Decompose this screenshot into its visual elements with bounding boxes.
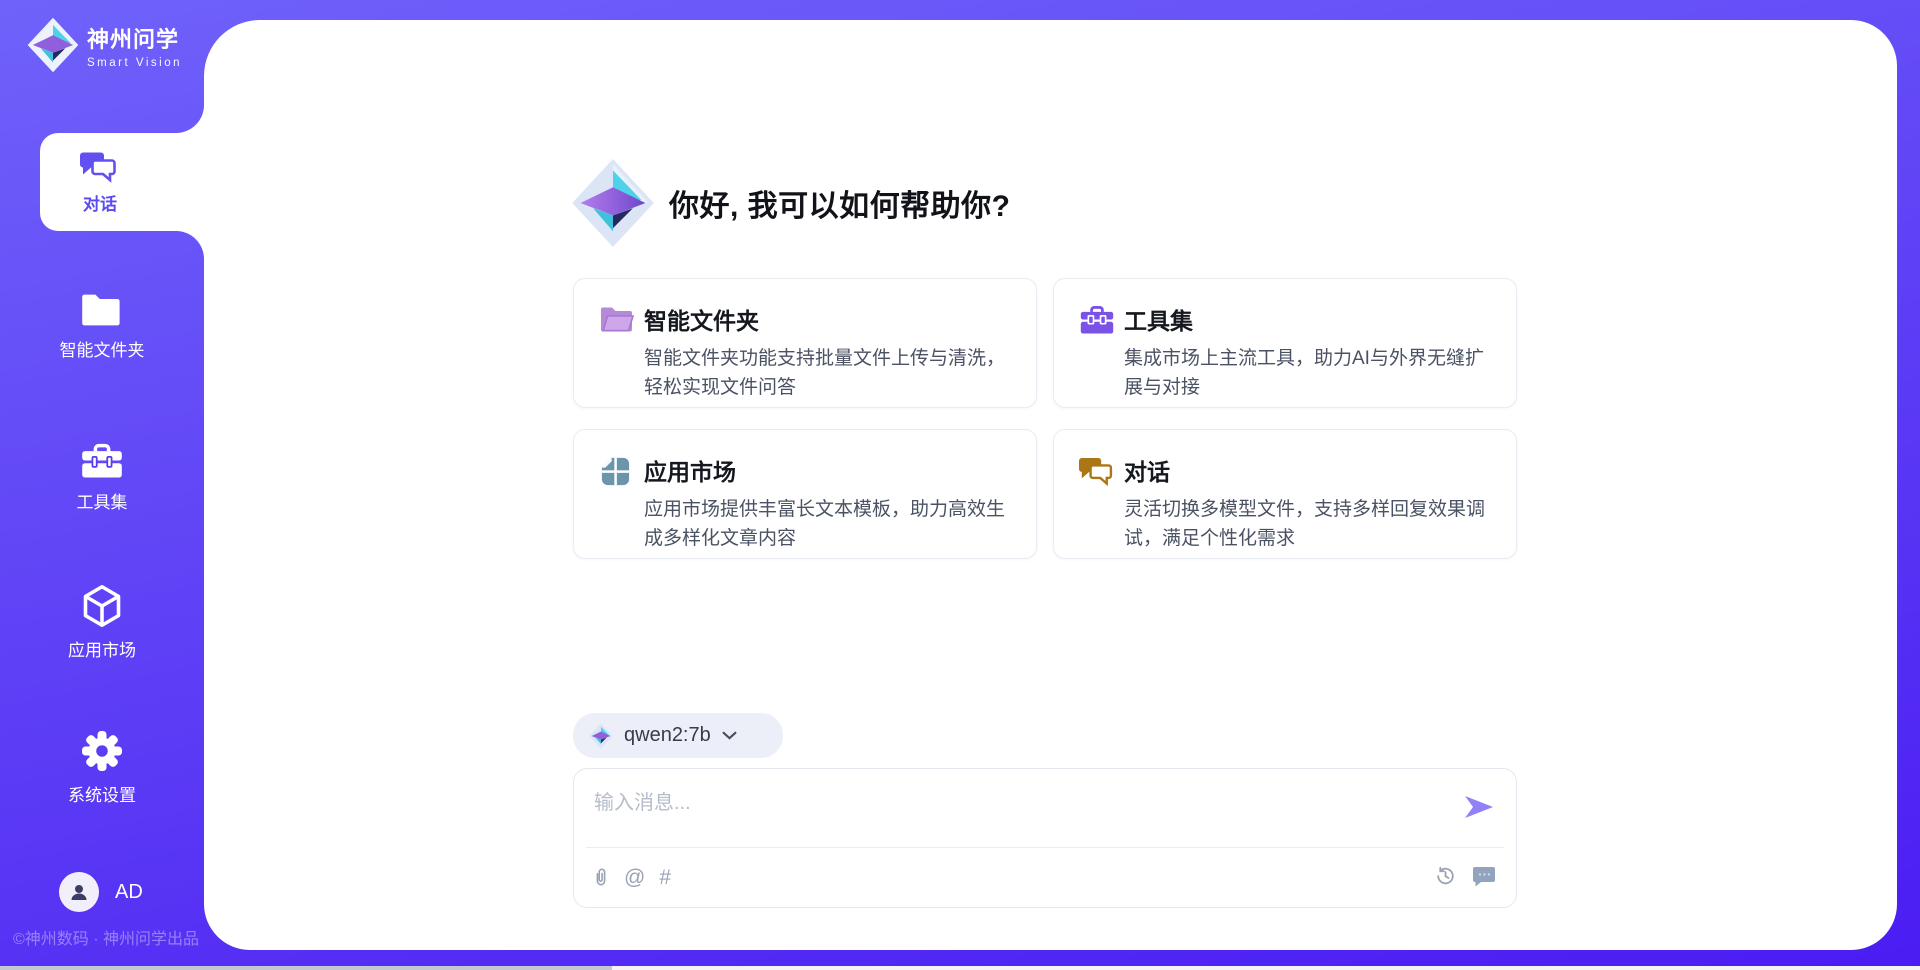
model-name: qwen2:7b — [624, 724, 711, 747]
card-smart-folder[interactable]: 智能文件夹 智能文件夹功能支持批量文件上传与清洗，轻松实现文件问答 — [573, 278, 1037, 408]
card-title: 智能文件夹 — [644, 302, 1016, 336]
card-description: 应用市场提供丰富长文本模板，助力高效生成多样化文章内容 — [644, 496, 1020, 553]
brand-name: 神州问学 — [87, 22, 182, 54]
tab-fillet-top — [176, 105, 204, 133]
composer-left-tools: @ # — [592, 865, 671, 889]
market-cube-icon — [599, 455, 632, 488]
diamond-logo-icon — [571, 158, 655, 248]
diamond-logo-icon — [27, 17, 79, 73]
copyright-text: ©神州数码 · 神州问学出品 — [13, 925, 199, 949]
cube-icon — [81, 584, 123, 628]
chevron-down-icon — [722, 731, 737, 740]
comment-icon[interactable] — [1472, 865, 1496, 887]
brand-logo: 神州问学 Smart Vision — [27, 17, 182, 73]
horizontal-scrollbar-track — [0, 966, 1920, 970]
folder-icon — [80, 292, 124, 328]
user-initials: AD — [115, 881, 143, 904]
card-title: 应用市场 — [644, 453, 1016, 487]
greeting-block: 你好, 我可以如何帮助你? — [571, 158, 1011, 248]
hash-icon[interactable]: # — [659, 867, 671, 888]
open-folder-icon — [599, 304, 635, 335]
chat-icon — [1079, 455, 1116, 487]
toolbox-icon — [1079, 304, 1115, 336]
composer-divider — [586, 847, 1504, 848]
card-description: 集成市场上主流工具，助力AI与外界无缝扩展与对接 — [1124, 345, 1500, 402]
greeting-text: 你好, 我可以如何帮助你? — [669, 181, 1011, 225]
model-selector[interactable]: qwen2:7b — [573, 713, 783, 758]
sidebar-item-label: 应用市场 — [0, 636, 204, 661]
feature-cards: 智能文件夹 智能文件夹功能支持批量文件上传与清洗，轻松实现文件问答 工具集 集成… — [573, 278, 1517, 559]
card-app-market[interactable]: 应用市场 应用市场提供丰富长文本模板，助力高效生成多样化文章内容 — [573, 429, 1037, 559]
sidebar-item-label: 智能文件夹 — [0, 336, 204, 361]
send-button[interactable] — [1464, 795, 1494, 824]
person-icon — [67, 880, 91, 904]
card-toolset[interactable]: 工具集 集成市场上主流工具，助力AI与外界无缝扩展与对接 — [1053, 278, 1517, 408]
avatar — [59, 872, 99, 912]
gear-icon — [80, 729, 124, 773]
chat-icon — [80, 149, 120, 184]
message-input[interactable] — [594, 783, 1434, 823]
sidebar-item-tools[interactable]: 工具集 — [0, 442, 204, 513]
card-description: 灵活切换多模型文件，支持多样回复效果调试，满足个性化需求 — [1124, 496, 1500, 553]
sidebar-item-folders[interactable]: 智能文件夹 — [0, 292, 204, 361]
tab-fillet-bottom — [176, 231, 204, 259]
card-title: 工具集 — [1124, 302, 1496, 336]
diamond-logo-icon — [589, 723, 613, 749]
history-icon[interactable] — [1434, 865, 1456, 887]
sidebar-item-label: 对话 — [83, 190, 117, 215]
toolbox-icon — [80, 442, 124, 480]
sidebar-item-chat[interactable]: 对话 — [40, 133, 204, 231]
user-profile[interactable]: AD — [59, 872, 143, 912]
app-window: 你好, 我可以如何帮助你? 智能文件夹 智能文件夹功能支持批量文件上传与清洗，轻… — [0, 0, 1920, 970]
send-icon — [1464, 795, 1494, 819]
sidebar: 神州问学 Smart Vision 对话 智能文件夹 — [0, 0, 204, 970]
sidebar-item-label: 工具集 — [0, 488, 204, 513]
message-composer: @ # — [573, 768, 1517, 908]
paperclip-icon[interactable] — [592, 865, 610, 889]
at-icon[interactable]: @ — [624, 867, 645, 888]
sidebar-item-label: 系统设置 — [0, 781, 204, 806]
composer-right-tools — [1434, 865, 1496, 887]
sidebar-item-settings[interactable]: 系统设置 — [0, 729, 204, 806]
card-chat[interactable]: 对话 灵活切换多模型文件，支持多样回复效果调试，满足个性化需求 — [1053, 429, 1517, 559]
brand-subtitle: Smart Vision — [87, 57, 182, 69]
horizontal-scrollbar-thumb[interactable] — [0, 966, 612, 970]
main-content-panel: 你好, 我可以如何帮助你? 智能文件夹 智能文件夹功能支持批量文件上传与清洗，轻… — [204, 20, 1897, 950]
card-title: 对话 — [1124, 453, 1496, 487]
sidebar-item-apps[interactable]: 应用市场 — [0, 584, 204, 661]
card-description: 智能文件夹功能支持批量文件上传与清洗，轻松实现文件问答 — [644, 345, 1020, 402]
